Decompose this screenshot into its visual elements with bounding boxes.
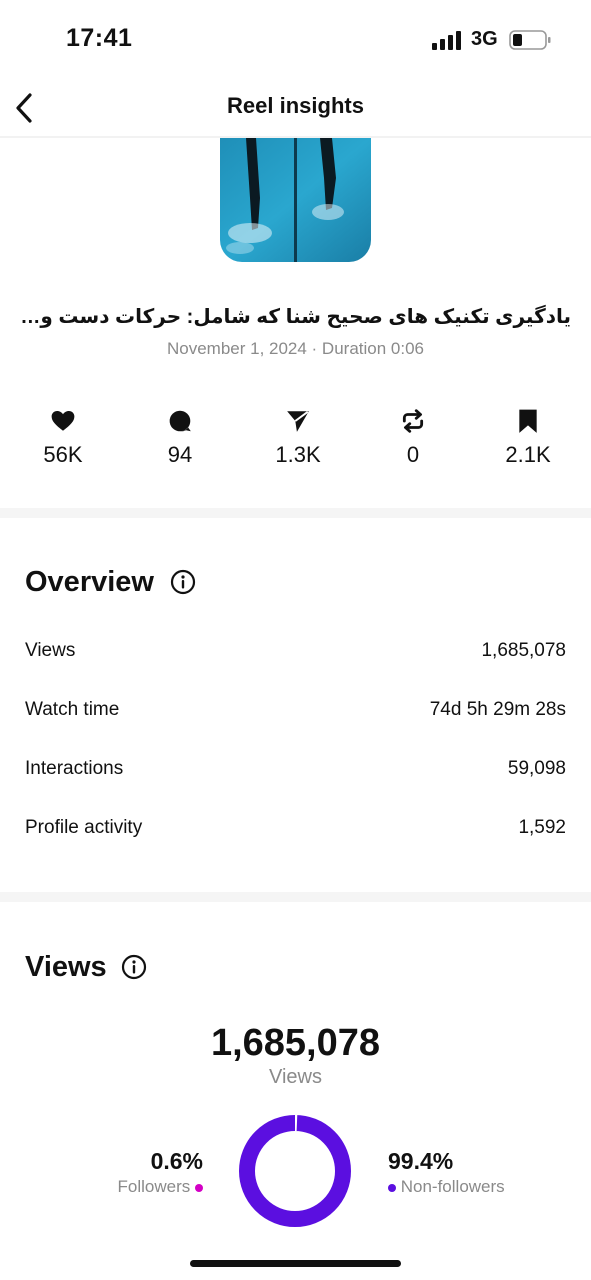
row-label: Profile activity [25, 817, 143, 838]
overview-row-watch-time: Watch time 74d 5h 29m 28s [25, 699, 566, 729]
views-total-label: Views [269, 1066, 322, 1088]
non-followers-label: Non-followers [400, 1177, 505, 1196]
overview-title: Overview [25, 566, 154, 598]
non-followers-percent: 99.4% [388, 1148, 454, 1174]
shares-count: 1.3K [275, 442, 321, 467]
views-total: 1,685,078 [210, 1022, 381, 1064]
section-divider [0, 892, 591, 902]
views-title: Views [25, 951, 107, 983]
section-divider [0, 508, 591, 518]
page-title: Reel insights [227, 93, 364, 118]
home-indicator [190, 1260, 401, 1267]
reel-meta: November 1, 2024 · Duration 0:06 [166, 339, 425, 358]
non-followers-dot [388, 1183, 396, 1192]
row-label: Interactions [25, 758, 124, 779]
overview-row-interactions: Interactions 59,098 [25, 758, 566, 788]
network-type: 3G [471, 28, 498, 50]
followers-label: Followers [117, 1177, 191, 1196]
info-icon[interactable] [121, 954, 147, 980]
overview-row-views: Views 1,685,078 [25, 640, 566, 670]
saves-count: 2.1K [505, 442, 551, 467]
row-label: Views [25, 640, 76, 661]
likes-stat: 56K [13, 408, 113, 468]
comment-icon [169, 410, 191, 432]
non-followers-legend: Non-followers [388, 1177, 505, 1197]
row-label: Watch time [25, 699, 120, 720]
header: Reel insights [0, 80, 591, 136]
non-followers-arc [239, 1115, 351, 1227]
shares-stat: 1.3K [248, 408, 348, 468]
share-icon [287, 411, 309, 432]
saves-stat: 2.1K [478, 408, 578, 468]
likes-count: 56K [43, 442, 83, 467]
overview-row-profile-activity: Profile activity 1,592 [25, 817, 566, 847]
comments-count: 94 [167, 442, 193, 467]
row-value: 1,592 [518, 817, 566, 838]
row-value: 1,685,078 [481, 640, 566, 661]
info-icon[interactable] [170, 569, 196, 595]
battery-icon [509, 30, 551, 50]
followers-dot [195, 1183, 203, 1192]
status-bar: 17:41 3G [0, 0, 591, 80]
followers-percent: 0.6% [150, 1148, 203, 1174]
signal-strength-icon [432, 31, 461, 50]
heart-icon [51, 411, 75, 431]
reposts-count: 0 [406, 442, 420, 467]
status-time: 17:41 [66, 24, 133, 52]
reel-caption: یادگیری تکنیک های صحیح شنا که شامل: حرکا… [20, 306, 571, 328]
repost-icon [402, 409, 424, 433]
reposts-stat: 0 [363, 408, 463, 468]
row-value: 59,098 [507, 758, 566, 779]
views-donut-chart [239, 1115, 351, 1227]
engagement-stats: 56K 94 1.3K 0 2.1K [0, 408, 591, 478]
followers-legend: Followers [118, 1177, 203, 1197]
reel-thumbnail[interactable] [220, 138, 371, 262]
comments-stat: 94 [130, 408, 230, 468]
bookmark-icon [519, 409, 537, 433]
row-value: 74d 5h 29m 28s [429, 699, 566, 720]
